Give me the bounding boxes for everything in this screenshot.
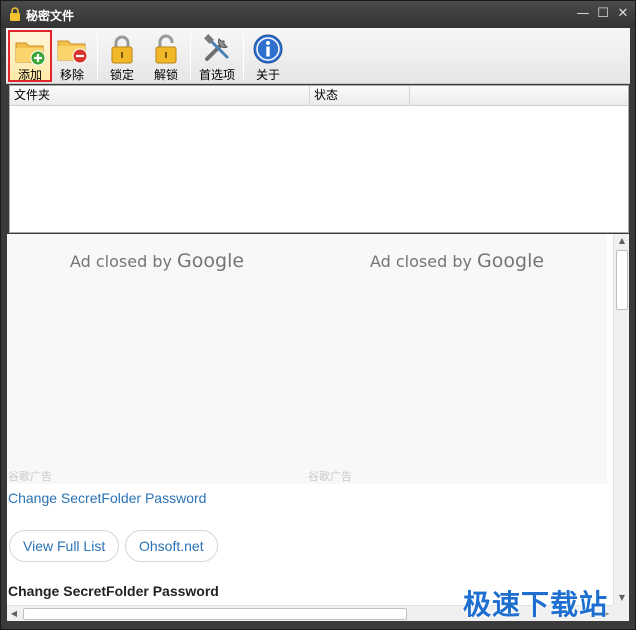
ad-closed-text: Ad closed by Google xyxy=(69,250,245,272)
ad-slot-right: Ad closed by Google 谷歌广告 xyxy=(307,234,607,484)
change-password-link[interactable]: Change SecretFolder Password xyxy=(8,490,206,506)
ad-slot-left: Ad closed by Google 谷歌广告 xyxy=(7,234,307,484)
add-button-label: 添加 xyxy=(17,68,42,82)
scroll-up-arrow[interactable]: ▲ xyxy=(614,234,630,248)
remove-button-label: 移除 xyxy=(59,68,84,82)
options-button[interactable]: 首选项 xyxy=(194,30,240,82)
folder-list[interactable]: 文件夹 状态 xyxy=(9,85,629,233)
app-window: 秘密文件 — ☐ ✕ 添加 移除 锁定 解锁 首选项 关于 文件夹 状态 Ad … xyxy=(0,0,636,630)
google-logo-text: Google xyxy=(177,250,245,272)
unlock-button[interactable]: 解锁 xyxy=(146,30,186,82)
embedded-web-panel: Ad closed by Google 谷歌广告 Ad closed by Go… xyxy=(7,234,613,605)
column-header-status[interactable]: 状态 xyxy=(310,86,410,106)
site-watermark: 极速下载站 xyxy=(463,588,609,621)
about-button-label: 关于 xyxy=(255,68,280,82)
ad-label: 谷歌广告 xyxy=(8,470,52,483)
ohsoft-link-button[interactable]: Ohsoft.net xyxy=(125,530,218,562)
minimize-button[interactable]: — xyxy=(575,6,591,22)
lock-button-label: 锁定 xyxy=(109,68,134,82)
maximize-button[interactable]: ☐ xyxy=(595,6,611,22)
section-heading: Change SecretFolder Password xyxy=(8,583,219,599)
tools-icon xyxy=(204,34,229,61)
scroll-left-arrow[interactable]: ◀ xyxy=(7,606,21,622)
horizontal-scroll-thumb[interactable] xyxy=(23,608,407,620)
vertical-scrollbar[interactable]: ▲ ▼ xyxy=(613,234,629,605)
title-bar[interactable]: 秘密文件 — ☐ ✕ xyxy=(1,1,635,28)
info-icon xyxy=(253,34,283,64)
toolbar-separator xyxy=(190,32,191,80)
toolbar-separator xyxy=(243,32,244,80)
options-button-label: 首选项 xyxy=(198,68,235,82)
column-header-folder[interactable]: 文件夹 xyxy=(10,86,310,106)
remove-button[interactable]: 移除 xyxy=(52,30,92,82)
view-full-list-button[interactable]: View Full List xyxy=(9,530,120,562)
padlock-open-icon xyxy=(155,34,177,64)
list-header: 文件夹 状态 xyxy=(10,86,628,106)
window-title: 秘密文件 xyxy=(26,9,75,23)
padlock-closed-icon xyxy=(111,35,133,64)
toolbar-separator xyxy=(97,32,98,80)
unlock-button-label: 解锁 xyxy=(153,68,178,82)
lock-icon xyxy=(10,7,20,21)
vertical-scroll-thumb[interactable] xyxy=(616,250,628,310)
scroll-down-arrow[interactable]: ▼ xyxy=(614,591,630,605)
ad-label: 谷歌广告 xyxy=(308,470,352,483)
google-logo-text: Google xyxy=(477,250,545,272)
toolbar: 添加 移除 锁定 解锁 首选项 关于 xyxy=(6,28,630,84)
lock-button[interactable]: 锁定 xyxy=(102,30,142,82)
scrollbar-corner xyxy=(613,605,629,621)
add-button[interactable]: 添加 xyxy=(8,30,52,82)
folder-add-icon xyxy=(15,42,46,66)
about-button[interactable]: 关于 xyxy=(248,30,288,82)
ad-closed-text: Ad closed by Google xyxy=(369,250,545,272)
close-button[interactable]: ✕ xyxy=(615,6,631,22)
folder-remove-icon xyxy=(57,40,88,64)
